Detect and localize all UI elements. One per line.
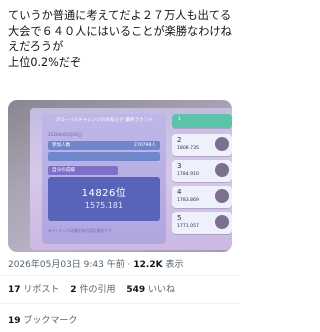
entry-score: 1783.869 bbox=[177, 198, 199, 203]
separator: · bbox=[127, 260, 131, 270]
post-photo[interactable]: グローバルチャレンジのお知らせ 最終ラウンド 2026年05月03日 参加人数 … bbox=[8, 100, 232, 252]
bookmarks-link[interactable]: 19 ブックマーク bbox=[8, 313, 77, 326]
reposts-link[interactable]: 17 リポスト bbox=[8, 285, 59, 295]
leaderboard: 1 2 1808.735 3 1784.910 4 1783.869 5 177… bbox=[172, 112, 232, 246]
participants-row: 参加人数 276798人 bbox=[48, 141, 160, 150]
engagement-stats: 17 リポスト 2 件の引用 549 いいね bbox=[8, 282, 175, 295]
info-row bbox=[48, 152, 160, 161]
game-screen: グローバルチャレンジのお知らせ 最終ラウンド 2026年05月03日 参加人数 … bbox=[30, 108, 232, 250]
result-panel: グローバルチャレンジのお知らせ 最終ラウンド 2026年05月03日 参加人数 … bbox=[42, 114, 166, 244]
view-count: 12.2K bbox=[133, 260, 163, 270]
avatar bbox=[215, 215, 229, 229]
avatar bbox=[215, 163, 229, 177]
leaderboard-entry-5: 5 1771.057 bbox=[172, 212, 232, 234]
entry-rank: 1 bbox=[178, 117, 181, 122]
divider bbox=[0, 303, 240, 304]
bookmark-count: 19 bbox=[8, 316, 21, 326]
panel-header: グローバルチャレンジのお知らせ 最終ラウンド bbox=[55, 118, 153, 123]
timestamp-text[interactable]: 2026年05月03日 9:43 午前 bbox=[8, 260, 125, 270]
leaderboard-entry-2: 2 1808.735 bbox=[172, 134, 232, 156]
quotes-link[interactable]: 2 件の引用 bbox=[70, 285, 115, 295]
entry-rank: 2 bbox=[177, 136, 182, 144]
entry-rank: 5 bbox=[177, 214, 182, 222]
entry-score: 1771.057 bbox=[177, 224, 199, 229]
entry-rank: 4 bbox=[177, 188, 182, 196]
entry-score: 1808.735 bbox=[177, 146, 199, 151]
leaderboard-entry-4: 4 1783.869 bbox=[172, 186, 232, 208]
quote-count: 2 bbox=[70, 285, 77, 295]
divider bbox=[0, 275, 240, 276]
participants-label: 参加人数 bbox=[52, 143, 71, 148]
avatar bbox=[215, 189, 229, 203]
panel-note: ※ランキングは確定前の暫定順位です bbox=[48, 228, 112, 233]
entry-rank: 3 bbox=[177, 162, 182, 170]
result-label: 自分の成績 bbox=[48, 166, 118, 175]
panel-date: 2026年05月03日 bbox=[48, 132, 82, 137]
like-label: いいね bbox=[148, 285, 176, 295]
entry-score: 1784.910 bbox=[177, 172, 199, 177]
leaderboard-entry-3: 3 1784.910 bbox=[172, 160, 232, 182]
avatar bbox=[215, 137, 229, 151]
repost-count: 17 bbox=[8, 285, 21, 295]
participants-value: 276798人 bbox=[133, 143, 156, 148]
likes-link[interactable]: 549 いいね bbox=[126, 285, 175, 295]
repost-label: リポスト bbox=[23, 285, 60, 295]
my-rank-box: 14826位 1575.181 bbox=[48, 177, 160, 221]
my-rank: 14826位 bbox=[81, 188, 127, 199]
my-score: 1575.181 bbox=[84, 201, 124, 210]
post-timestamp[interactable]: 2026年05月03日 9:43 午前 · 12.2K 表示 bbox=[8, 257, 183, 270]
post-text: ていうか普通に考えてだよ２７万人も出てる大会で６４０人にはいることが楽勝なわけね… bbox=[8, 9, 232, 69]
view-label: 表示 bbox=[165, 260, 184, 270]
quote-label: 件の引用 bbox=[79, 285, 116, 295]
bookmark-label: ブックマーク bbox=[23, 316, 78, 326]
leaderboard-entry-1: 1 bbox=[172, 114, 232, 128]
like-count: 549 bbox=[126, 285, 146, 295]
